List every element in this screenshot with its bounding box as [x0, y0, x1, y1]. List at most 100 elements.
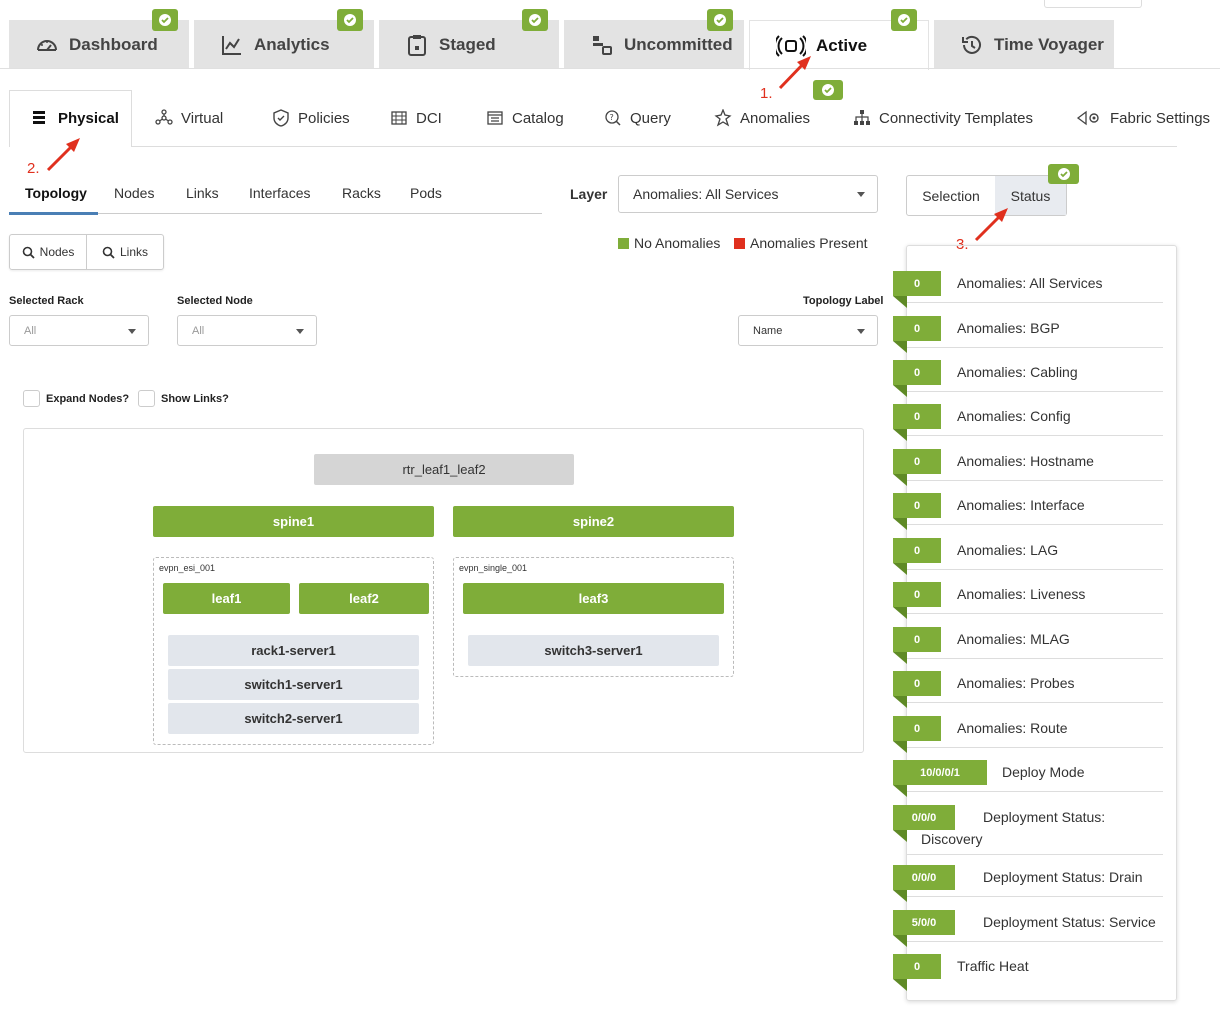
count-badge: 0: [893, 493, 941, 518]
selected-rack-label: Selected Rack: [9, 295, 84, 307]
status-label: Anomalies: MLAG: [957, 631, 1070, 647]
selected-node-select[interactable]: All: [177, 315, 317, 346]
count-badge: 0: [893, 404, 941, 429]
select-value: All: [192, 324, 205, 337]
row-divider: [907, 569, 1163, 570]
status-label: Anomalies: Config: [957, 408, 1071, 424]
shield-icon: [273, 109, 289, 127]
flag-fold: [893, 935, 907, 947]
leaf-node[interactable]: leaf2: [299, 583, 429, 614]
expand-nodes-checkbox[interactable]: [23, 390, 40, 407]
count-badge: 0/0/0: [893, 865, 955, 890]
dashboard-icon: [37, 39, 57, 51]
tab-label: Anomalies: [740, 109, 811, 127]
search-icon: [102, 246, 115, 259]
count-badge: 0: [893, 671, 941, 696]
subtab-pods[interactable]: Pods: [410, 185, 442, 201]
query-icon: ?: [605, 110, 621, 126]
top-partial-field: [1044, 0, 1142, 8]
status-label: Deploy Mode: [1002, 764, 1085, 780]
topology-label-select[interactable]: Name: [738, 315, 878, 346]
status-badge: [891, 9, 917, 31]
check-circle-icon: [529, 14, 541, 26]
status-label: Anomalies: BGP: [957, 320, 1060, 336]
status-label: Deployment Status: Drain: [983, 869, 1143, 885]
count-badge: 0: [893, 716, 941, 741]
server-node[interactable]: rack1-server1: [168, 635, 419, 666]
flag-fold: [893, 785, 907, 797]
button-label: Nodes: [39, 245, 75, 259]
server-node[interactable]: switch3-server1: [468, 635, 719, 666]
selected-rack-select[interactable]: All: [9, 315, 149, 346]
status-badge: [522, 9, 548, 31]
tab-fabric-settings[interactable]: Fabric Settings: [1076, 100, 1210, 136]
status-label: Deployment Status:: [983, 809, 1106, 825]
server-node[interactable]: switch2-server1: [168, 703, 419, 734]
leaf-node[interactable]: leaf3: [463, 583, 724, 614]
row-divider: [907, 347, 1163, 348]
rack-name: evpn_single_001: [459, 563, 528, 573]
row-divider: [907, 391, 1163, 392]
tab-label: Analytics: [254, 34, 330, 54]
count-badge: 0: [893, 954, 941, 979]
tab-label: Time Voyager: [994, 34, 1104, 54]
tab-physical[interactable]: Physical: [32, 100, 119, 136]
check-circle-icon: [714, 14, 726, 26]
spine-node[interactable]: spine1: [153, 506, 434, 537]
flag-fold: [893, 890, 907, 902]
tab-label: DCI: [416, 109, 442, 127]
check-circle-icon: [1057, 168, 1070, 180]
subtab-topology[interactable]: Topology: [25, 185, 87, 201]
tab-label: Policies: [298, 109, 350, 127]
count-badge: 0: [893, 316, 941, 341]
check-circle-icon: [898, 14, 910, 26]
selected-node-label: Selected Node: [177, 295, 253, 307]
annotation-arrow: [46, 138, 80, 172]
flag-fold: [893, 607, 907, 619]
tab-virtual[interactable]: Virtual: [155, 100, 223, 136]
subtab-racks[interactable]: Racks: [342, 185, 381, 201]
check-circle-icon: [159, 14, 171, 26]
chart-line-icon: [222, 35, 241, 55]
subtab-nodes[interactable]: Nodes: [114, 185, 154, 201]
flag-fold: [893, 429, 907, 441]
search-links-button[interactable]: Links: [86, 235, 163, 269]
subtab-interfaces[interactable]: Interfaces: [249, 185, 310, 201]
layer-select[interactable]: Anomalies: All Services: [618, 175, 878, 213]
hierarchy-icon: [854, 110, 870, 125]
search-nodes-button[interactable]: Nodes: [10, 235, 86, 269]
anomaly-icon: [714, 109, 732, 127]
status-label: Deployment Status: Service: [983, 914, 1156, 930]
row-divider: [907, 658, 1163, 659]
tab-query[interactable]: ? Query: [604, 100, 671, 136]
tab-connectivity-templates[interactable]: Connectivity Templates: [853, 100, 1033, 136]
leaf-node[interactable]: leaf1: [163, 583, 290, 614]
flag-fold: [893, 474, 907, 486]
subtab-active-indicator: [9, 212, 98, 215]
history-icon: [962, 35, 981, 54]
button-label: Links: [119, 245, 148, 259]
count-badge: 0: [893, 627, 941, 652]
status-label: Anomalies: Route: [957, 720, 1068, 736]
subtab-links[interactable]: Links: [186, 185, 219, 201]
show-links-checkbox[interactable]: [138, 390, 155, 407]
layer-value: Anomalies: All Services: [633, 186, 779, 202]
flag-fold: [893, 385, 907, 397]
chevron-down-icon: [857, 328, 865, 334]
flag-fold: [893, 518, 907, 530]
tab-time-voyager[interactable]: Time Voyager: [934, 20, 1114, 69]
search-icon: [22, 246, 35, 259]
count-badge: 0: [893, 538, 941, 563]
tab-label: Dashboard: [69, 34, 158, 54]
nav-divider: [132, 146, 1177, 147]
tab-dci[interactable]: DCI: [390, 100, 442, 136]
tab-policies[interactable]: Policies: [272, 100, 350, 136]
select-value: Name: [753, 324, 783, 337]
server-node[interactable]: switch1-server1: [168, 669, 419, 700]
count-badge: 0/0/0: [893, 805, 955, 830]
tab-catalog[interactable]: Catalog: [486, 100, 564, 136]
router-node[interactable]: rtr_leaf1_leaf2: [314, 454, 574, 485]
tab-anomalies[interactable]: Anomalies: [714, 100, 810, 136]
uncommitted-icon: [593, 35, 612, 55]
spine-node[interactable]: spine2: [453, 506, 734, 537]
